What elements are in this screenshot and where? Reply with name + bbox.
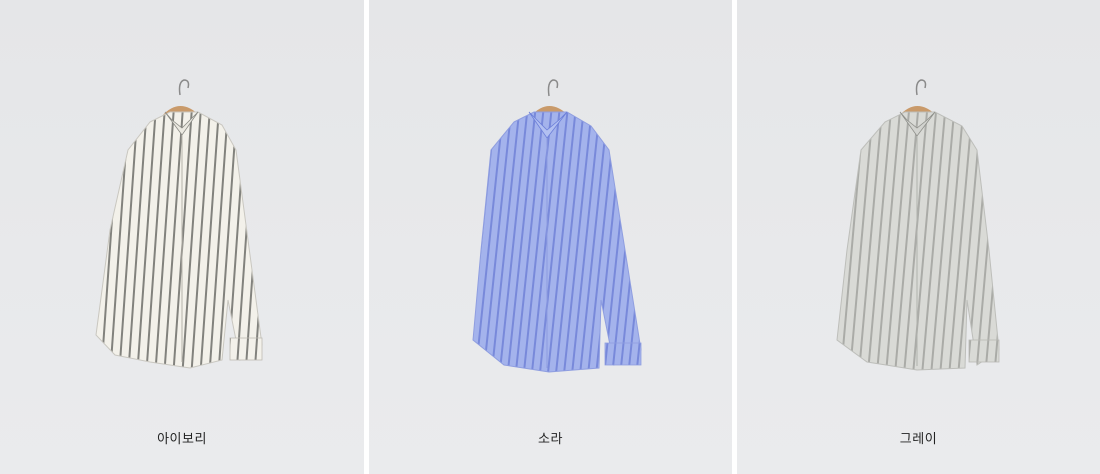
color-name-label: 그레이 (899, 432, 938, 447)
shirt-photo-ivory (95, 79, 263, 369)
color-option-ivory[interactable]: 아이보리 (0, 0, 364, 474)
color-name-label: 소라 (538, 432, 563, 447)
shirt-photo-sky-blue (472, 79, 642, 373)
shirt-photo-gray (836, 79, 1000, 371)
color-option-gray[interactable]: 그레이 (737, 0, 1100, 474)
product-color-grid: 아이보리 소라 그레이 (0, 0, 1100, 474)
color-option-sky-blue[interactable]: 소라 (369, 0, 732, 474)
color-name-label: 아이보리 (157, 432, 207, 447)
